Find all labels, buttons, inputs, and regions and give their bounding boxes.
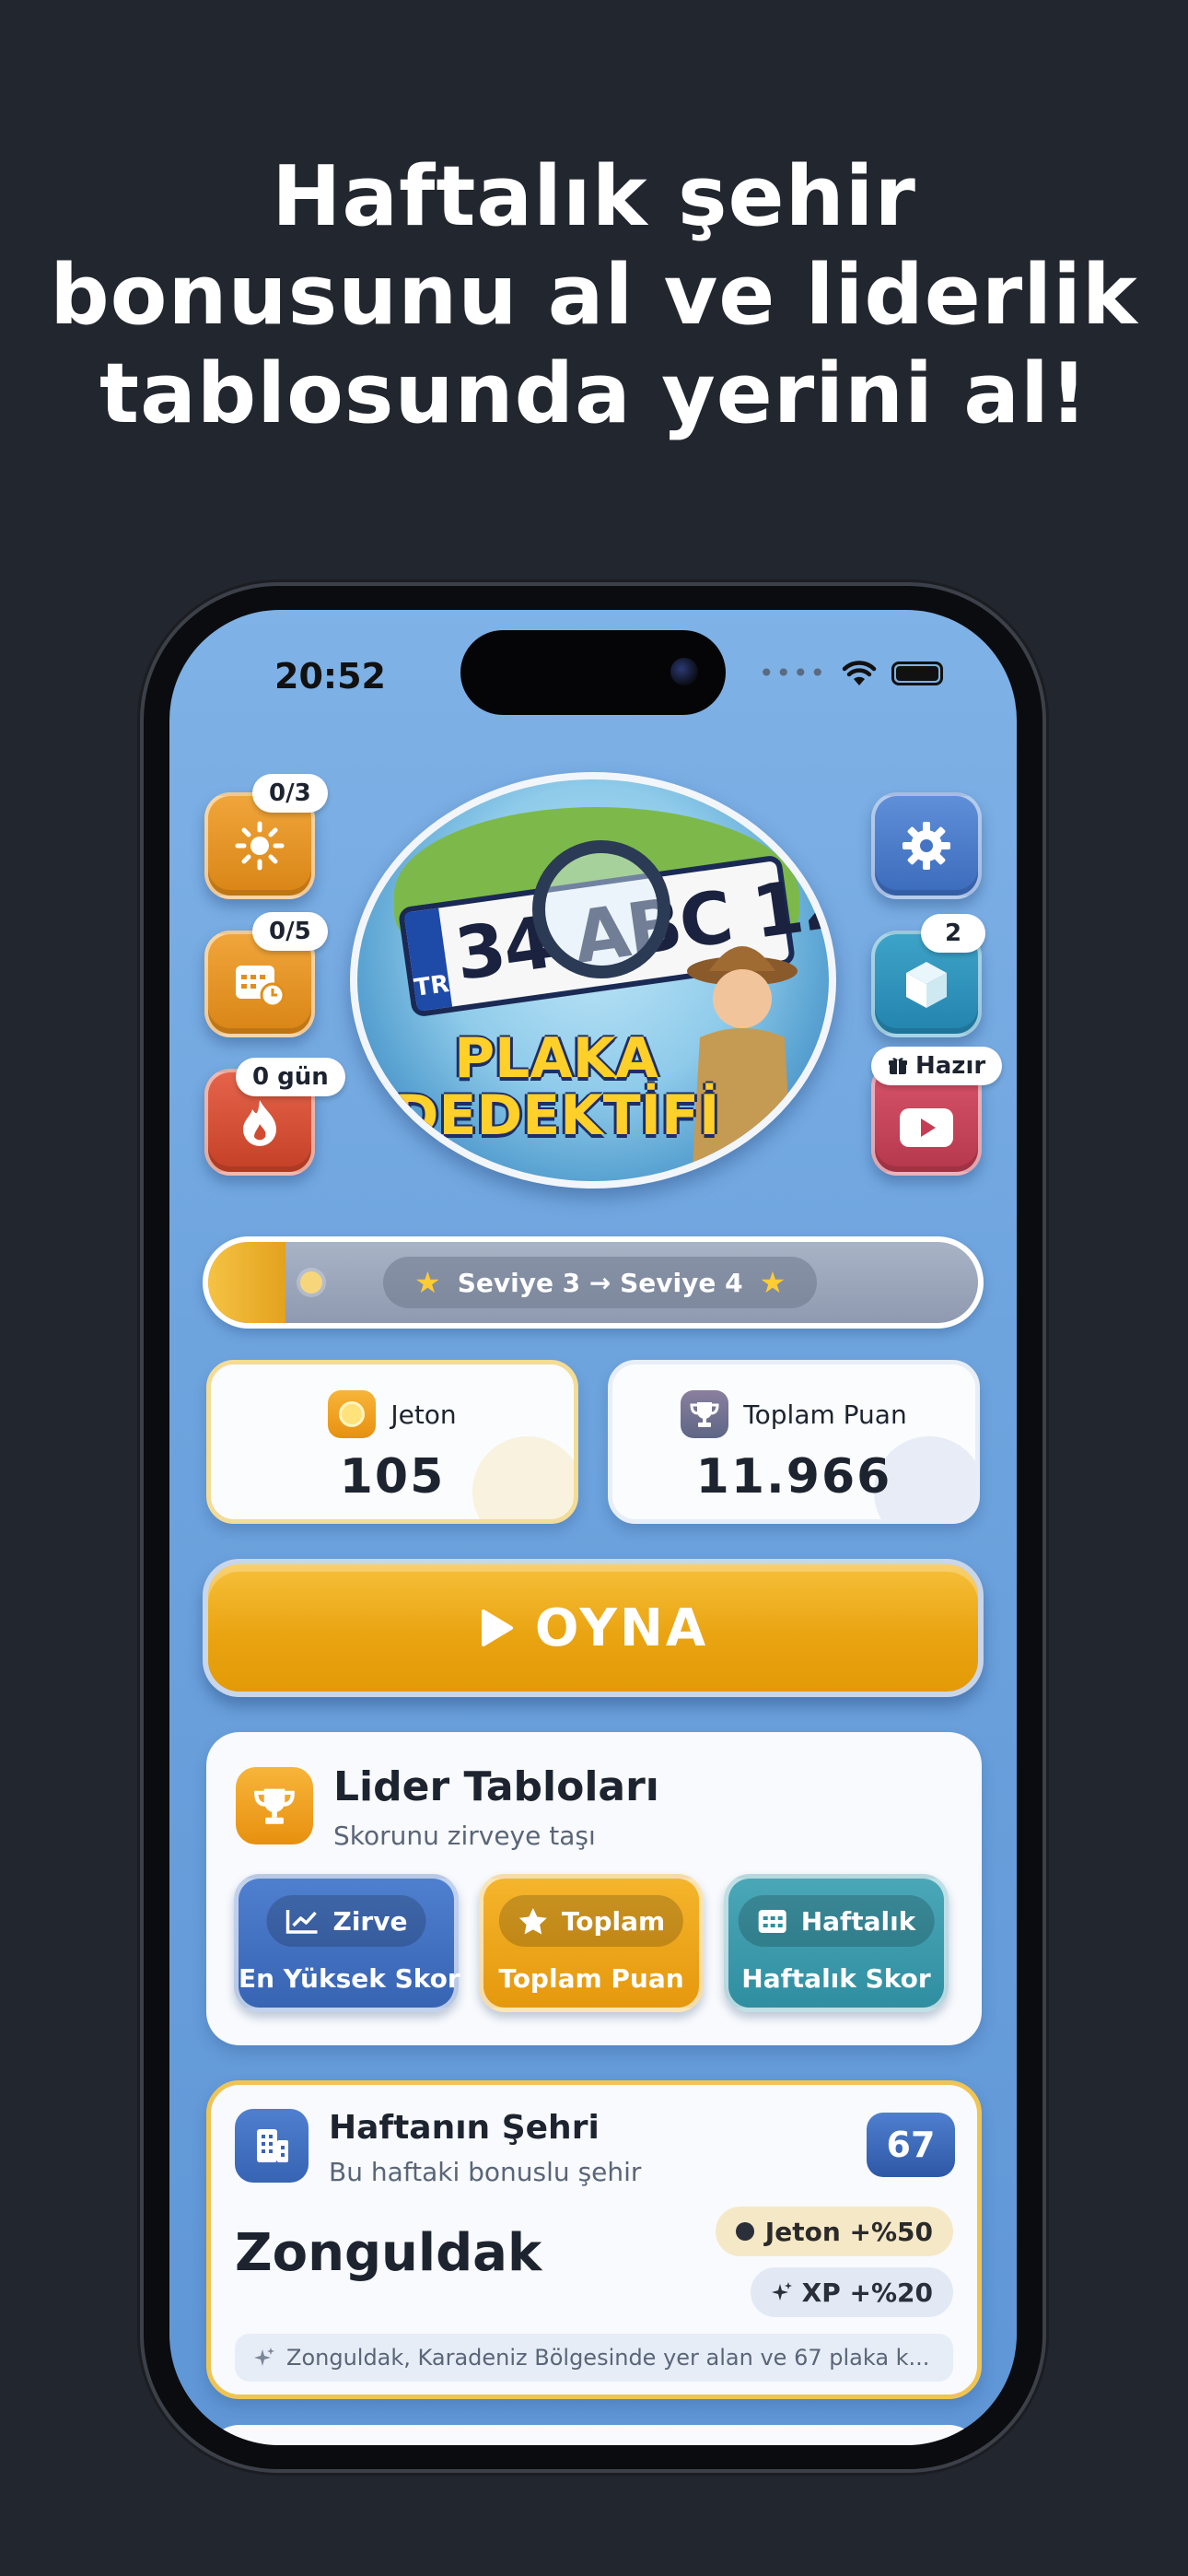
city-info-text: Zonguldak, Karadeniz Bölgesinde yer alan… [286, 2345, 930, 2371]
star-icon: ★ [759, 1265, 786, 1300]
video-reward-badge: Hazır [871, 1047, 1003, 1085]
play-icon [481, 1610, 513, 1646]
video-reward-label: Hazır [915, 1052, 986, 1080]
city-name: Zonguldak [235, 2223, 542, 2283]
streak-badge: 0 gün [236, 1058, 345, 1096]
settings-button[interactable] [871, 792, 982, 899]
sun-icon [235, 821, 285, 871]
level-progress-fill [208, 1242, 285, 1323]
signal-icon: •••• [758, 658, 827, 688]
play-label: OYNA [534, 1598, 709, 1658]
level-label-pill: ★ Seviye 3 → Seviye 4 ★ [383, 1257, 818, 1308]
points-header: Toplam Puan [612, 1390, 975, 1438]
city-info-strip: Zonguldak, Karadeniz Bölgesinde yer alan… [235, 2334, 953, 2382]
trophy-icon [236, 1767, 313, 1844]
calendar-clock-icon [236, 966, 285, 1008]
leaderboards-card: Lider Tabloları Skorunu zirveye taşı Zir… [206, 1732, 982, 2045]
sparkle-icon [771, 2282, 792, 2301]
chart-up-icon [285, 1910, 318, 1934]
coin-bonus-label: Jeton +%50 [764, 2216, 933, 2247]
game-logo: TR 34 ABC 123 PLAKA DEDEKTİFİ [350, 772, 836, 1188]
leaderboard-caption: Haftalık Skor [741, 1963, 931, 1994]
coins-header: Jeton [211, 1390, 574, 1438]
next-card-peek [206, 2425, 982, 2445]
status-icons: •••• [759, 658, 943, 688]
leaderboard-tag-label: Toplam [561, 1905, 666, 1937]
city-card-title: Haftanın Şehri [329, 2109, 600, 2147]
daily-tasks-badge: 0/3 [252, 774, 328, 813]
level-label: Seviye 3 → Seviye 4 [457, 1267, 743, 1298]
coin-bonus-badge: Jeton +%50 [715, 2207, 953, 2256]
trophy-icon [681, 1390, 729, 1438]
leaderboard-tag-label: Haftalık [800, 1905, 916, 1937]
coins-label: Jeton [390, 1399, 457, 1430]
headline-line-2: bonusunu al ve liderlik [50, 247, 1138, 344]
leaderboard-total-points-button[interactable]: Toplam Toplam Puan [479, 1874, 704, 2012]
plate-number-badge: 67 [867, 2113, 955, 2177]
headline-line-3: tablosunda yerini al! [99, 345, 1089, 442]
sparkle-icon [254, 2348, 274, 2366]
city-of-week-card[interactable]: Haftanın Şehri Bu haftaki bonuslu şehir … [206, 2080, 982, 2399]
youtube-play-icon [900, 1108, 953, 1147]
leaderboard-tag-label: Zirve [332, 1905, 408, 1937]
camera-icon [670, 658, 698, 685]
leaderboard-tag: Haftalık [738, 1895, 935, 1947]
logo-title-line-1: PLAKA [454, 1026, 658, 1091]
leaderboard-tag: Toplam [498, 1895, 684, 1947]
weekly-tasks-badge: 0/5 [252, 912, 328, 951]
headline: Haftalık şehir bonusunu al ve liderlik t… [0, 147, 1188, 443]
calendar-icon [758, 1910, 786, 1933]
status-time: 20:52 [274, 656, 386, 697]
leaderboard-high-score-button[interactable]: Zirve En Yüksek Skor [234, 1874, 460, 2012]
magnifier-icon [532, 840, 670, 978]
leaderboard-weekly-button[interactable]: Haftalık Haftalık Skor [724, 1874, 949, 2012]
building-icon [235, 2109, 309, 2183]
star-icon: ★ [414, 1265, 441, 1300]
play-button[interactable]: OYNA [203, 1559, 984, 1697]
leaderboard-caption: En Yüksek Skor [239, 1963, 460, 1994]
xp-bonus-label: XP +%20 [801, 2277, 933, 2308]
wifi-icon [842, 660, 877, 685]
city-card-subtitle: Bu haftaki bonuslu şehir [329, 2157, 642, 2187]
leaderboard-caption: Toplam Puan [498, 1963, 684, 1994]
points-value: 11.966 [695, 1449, 892, 1505]
logo-title-line-2: DEDEKTİFİ [392, 1083, 720, 1148]
leaderboards-title: Lider Tabloları [333, 1763, 659, 1810]
box-icon [906, 962, 947, 1008]
coin-icon [328, 1390, 377, 1438]
total-points-card[interactable]: Toplam Puan 11.966 [608, 1360, 980, 1524]
coins-card[interactable]: Jeton 105 [206, 1360, 578, 1524]
xp-bonus-badge: XP +%20 [750, 2267, 953, 2317]
level-progress-bar: ★ Seviye 3 → Seviye 4 ★ [203, 1236, 984, 1329]
battery-icon [891, 661, 943, 685]
star-icon [518, 1908, 547, 1935]
gear-icon [903, 822, 950, 870]
level-progress-knob [300, 1271, 322, 1294]
phone-screen: 20:52 •••• 0/3 0/5 0 gün 2 Hazır TR 34 A… [169, 610, 1017, 2445]
dynamic-island [460, 630, 726, 715]
leaderboards-subtitle: Skorunu zirveye taşı [333, 1821, 596, 1851]
gift-box-badge: 2 [921, 914, 986, 953]
coin-dot-icon [735, 2222, 754, 2241]
points-label: Toplam Puan [743, 1399, 907, 1430]
gift-icon [889, 1058, 907, 1074]
leaderboard-tag: Zirve [266, 1895, 426, 1947]
headline-line-1: Haftalık şehir [272, 148, 916, 245]
coins-value: 105 [339, 1449, 446, 1505]
flame-icon [243, 1100, 276, 1146]
